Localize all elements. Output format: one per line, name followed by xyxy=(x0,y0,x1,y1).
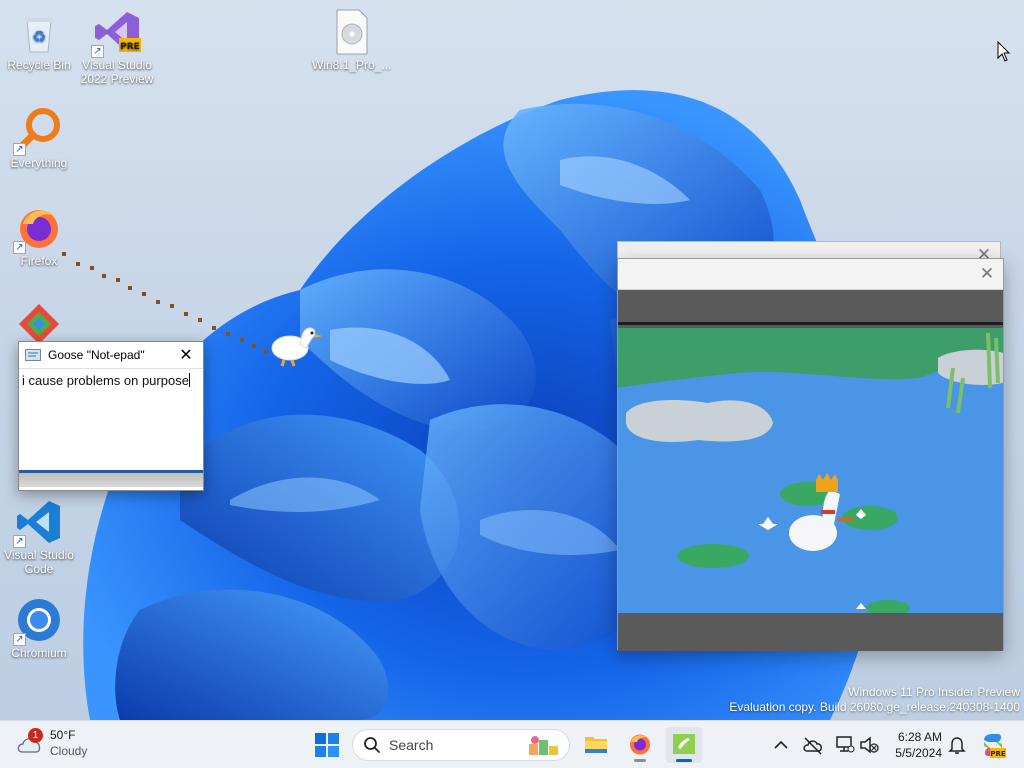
running-indicator xyxy=(634,759,646,762)
start-button[interactable] xyxy=(314,732,340,758)
weather-temperature: 50°F xyxy=(50,728,76,742)
weather-condition: Cloudy xyxy=(50,744,88,758)
close-icon[interactable]: ✕ xyxy=(175,345,197,365)
taskbar: 1 50°F Cloudy Search 6:28 AM 5/5/2024 PR… xyxy=(0,720,1024,768)
video-bottom-bar xyxy=(618,613,1003,651)
network-icon[interactable] xyxy=(834,734,856,756)
watermark-line-1: Windows 11 Pro Insider Preview xyxy=(848,685,1020,699)
goose-game-video[interactable] xyxy=(618,328,1003,613)
running-indicator xyxy=(676,759,692,762)
svg-text:PRE: PRE xyxy=(990,750,1006,758)
file-icon xyxy=(327,8,375,56)
chromium-icon: ↗ xyxy=(13,596,63,646)
desktop-icon-file[interactable]: Win8.1_Pro_... xyxy=(312,8,392,72)
shortcut-arrow-icon: ↗ xyxy=(13,143,26,156)
file-explorer-icon xyxy=(585,737,607,753)
taskbar-firefox[interactable] xyxy=(622,727,658,763)
notepad-icon xyxy=(25,349,41,361)
taskbar-clock[interactable]: 6:28 AM 5/5/2024 xyxy=(888,729,942,761)
clock-time: 6:28 AM xyxy=(897,730,942,744)
recycle-bin-icon: ♻ xyxy=(15,8,63,56)
desktop-icon-recycle-bin[interactable]: ♻ Recycle Bin xyxy=(0,8,78,72)
goose-notepad-window[interactable]: Goose "Not-epad" ✕ i cause problems on p… xyxy=(18,341,204,491)
pre-badge: PRE xyxy=(120,42,140,52)
search-placeholder: Search xyxy=(389,737,434,753)
notepad-text: i cause problems on purpose xyxy=(22,373,189,388)
notepad-text-area[interactable]: i cause problems on purpose xyxy=(19,369,203,473)
search-highlight-icon xyxy=(529,736,558,755)
visual-studio-icon: PRE ↗ xyxy=(91,8,141,58)
desktop-icon-label: Everything xyxy=(10,156,68,170)
notepad-title: Goose "Not-epad" xyxy=(48,348,145,362)
desktop-icon-label: Recycle Bin xyxy=(7,58,71,72)
weather-widget[interactable]: 1 50°F Cloudy xyxy=(16,727,87,759)
goose-video-window[interactable]: ✕ xyxy=(617,258,1004,651)
mouse-cursor-icon xyxy=(997,41,1011,62)
desktop-icon-chromium[interactable]: ↗ Chromium xyxy=(0,596,78,660)
notepad-footer xyxy=(19,473,203,487)
desktop-icon-label: Visual Studio 2022 Preview xyxy=(80,58,154,86)
notepad-titlebar[interactable]: Goose "Not-epad" ✕ xyxy=(19,342,203,369)
video-top-bar xyxy=(618,290,1003,325)
desktop-icon-label: Chromium xyxy=(11,646,67,660)
firefox-icon xyxy=(630,734,650,755)
shortcut-arrow-icon: ↗ xyxy=(13,633,26,646)
video-window-titlebar[interactable]: ✕ xyxy=(618,259,1003,290)
copilot-icon[interactable]: PRE xyxy=(980,732,1006,758)
goose-app-icon xyxy=(673,734,695,754)
desktop-goose[interactable] xyxy=(268,324,326,368)
vscode-icon: ↗ xyxy=(13,498,63,548)
notification-bell-icon[interactable] xyxy=(946,734,968,756)
search-icon xyxy=(364,737,380,753)
shortcut-arrow-icon: ↗ xyxy=(91,45,104,58)
clock-date: 5/5/2024 xyxy=(895,746,942,760)
desktop-icon-label: Win8.1_Pro_... xyxy=(312,58,392,72)
shortcut-arrow-icon: ↗ xyxy=(13,241,26,254)
taskbar-file-explorer[interactable] xyxy=(578,727,614,763)
taskbar-search-box[interactable]: Search xyxy=(352,729,570,761)
chevron-up-icon[interactable] xyxy=(770,734,792,756)
cloud-icon: 1 xyxy=(16,728,44,754)
desktop-icon-visual-studio[interactable]: PRE ↗ Visual Studio 2022 Preview xyxy=(78,8,156,86)
text-caret xyxy=(188,373,190,387)
everything-search-icon: ↗ xyxy=(13,106,63,156)
watermark-line-2: Evaluation copy. Build 26080.ge_release.… xyxy=(729,700,1020,714)
desktop-icon-vscode[interactable]: ↗ Visual Studio Code xyxy=(0,498,78,576)
desktop-icon-everything[interactable]: ↗ Everything xyxy=(0,106,78,170)
svg-text:♻: ♻ xyxy=(32,27,46,46)
weather-alert-badge: 1 xyxy=(28,728,43,743)
desktop-icon-label: Visual Studio Code xyxy=(4,548,74,576)
close-icon[interactable]: ✕ xyxy=(979,264,995,284)
taskbar-goose-app[interactable] xyxy=(666,727,702,763)
evaluation-watermark: Windows 11 Pro Insider Preview Evaluatio… xyxy=(729,685,1020,715)
volume-muted-icon[interactable] xyxy=(858,734,880,756)
shortcut-arrow-icon: ↗ xyxy=(13,535,26,548)
cloud-sync-icon[interactable] xyxy=(802,734,824,756)
